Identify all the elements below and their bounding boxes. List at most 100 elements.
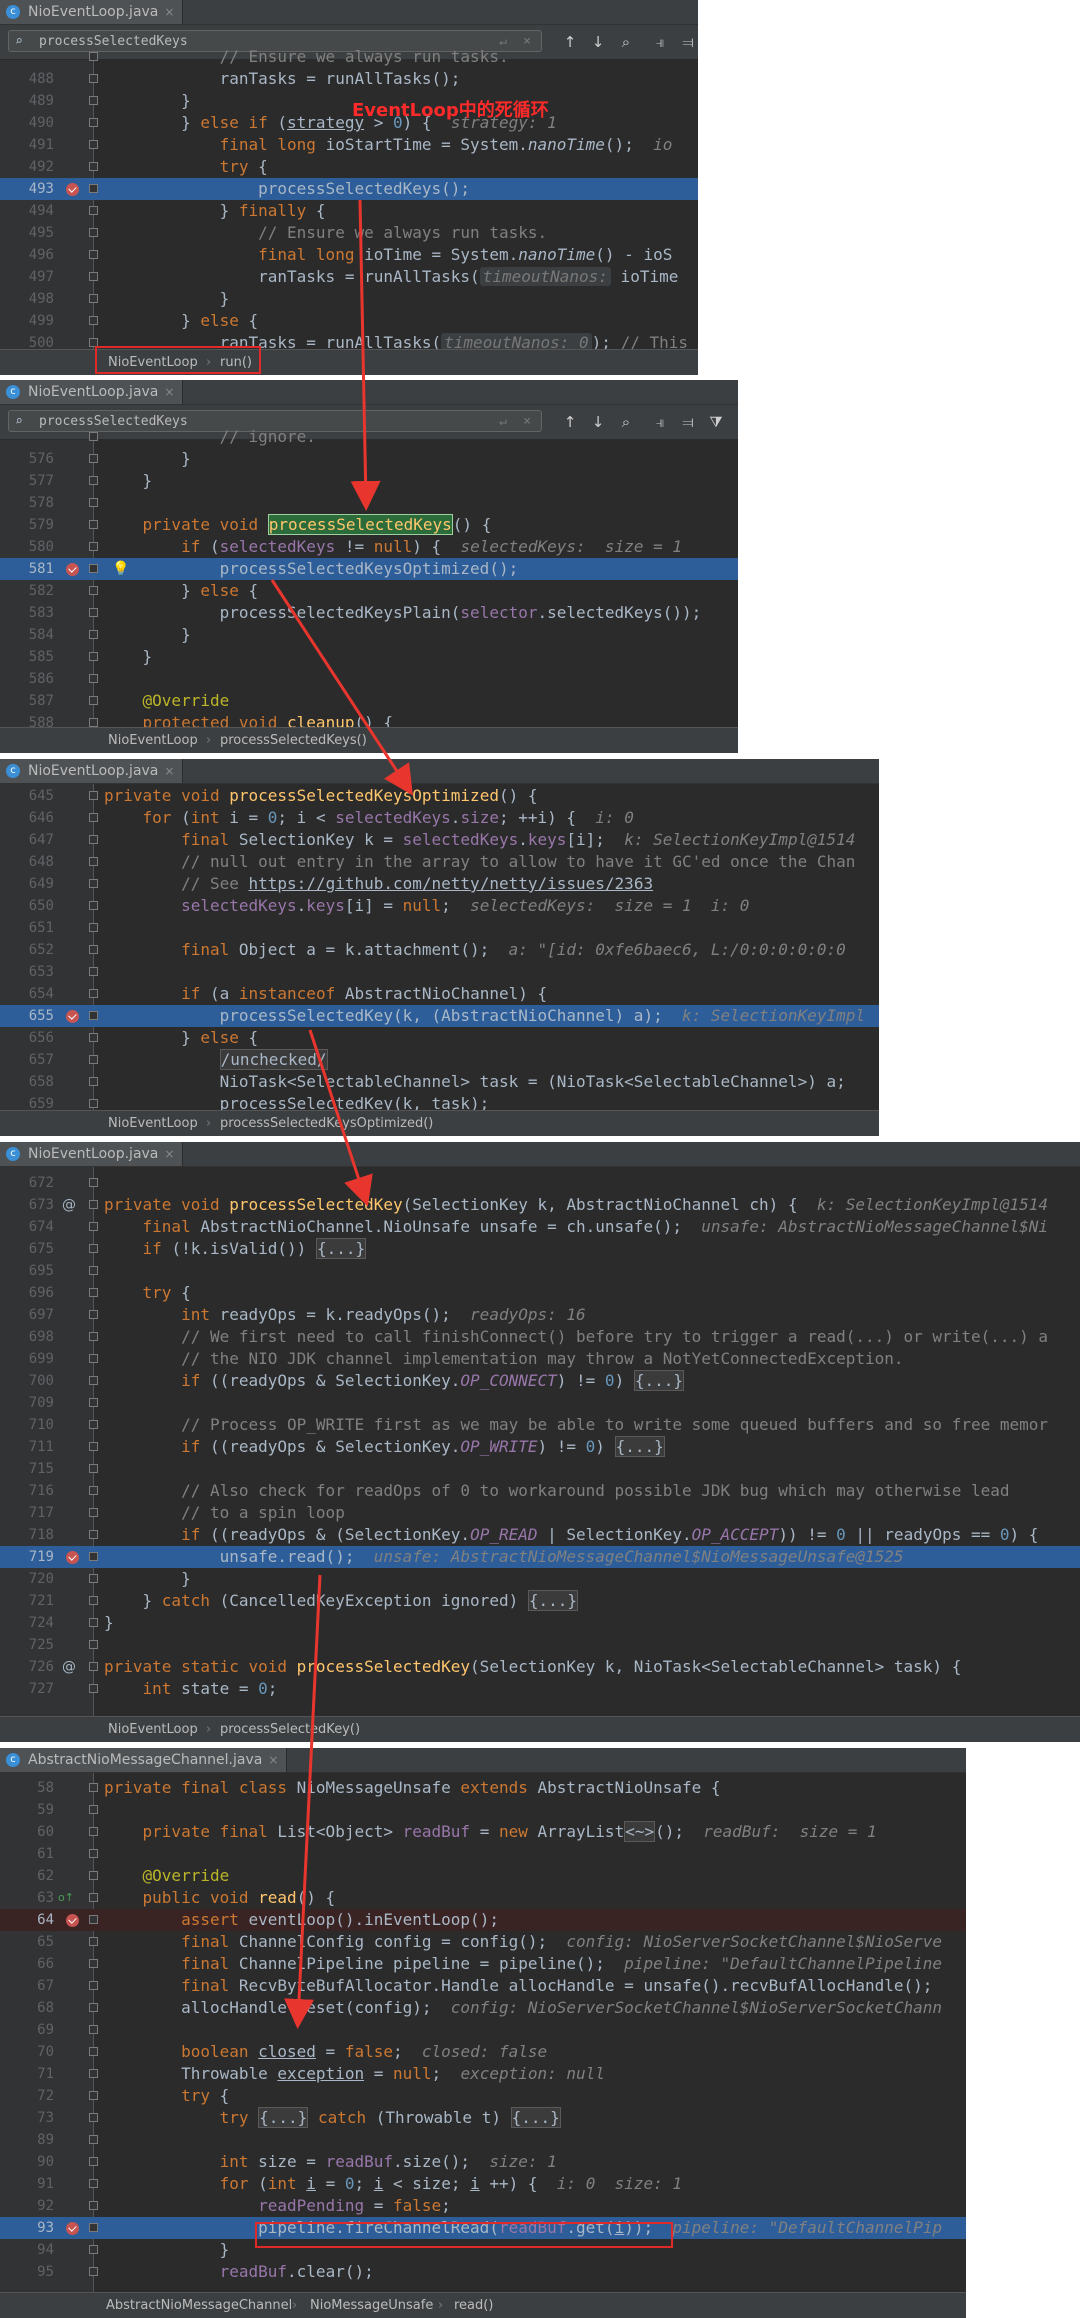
file-tab[interactable]: c NioEventLoop.java × xyxy=(0,0,184,24)
code-line[interactable]: 658 NioTask<SelectableChannel> task = (N… xyxy=(0,1071,879,1093)
fold-marker-icon[interactable] xyxy=(89,1871,98,1880)
breakpoint-icon[interactable] xyxy=(66,183,79,196)
code-line[interactable]: 497 ranTasks = runAllTasks(timeoutNanos:… xyxy=(0,266,698,288)
fold-marker-icon[interactable] xyxy=(89,1805,98,1814)
breakpoint-icon[interactable] xyxy=(66,1010,79,1023)
line-number[interactable]: 497 xyxy=(18,266,54,288)
fold-marker-icon[interactable] xyxy=(89,432,98,441)
fold-marker-icon[interactable] xyxy=(89,2223,98,2232)
fold-marker-icon[interactable] xyxy=(89,542,98,551)
code-line[interactable]: 655 processSelectedKey(k, (AbstractNioCh… xyxy=(0,1005,879,1027)
line-number[interactable]: 658 xyxy=(18,1071,54,1093)
override-marker-icon[interactable]: o↑ xyxy=(58,1887,74,1909)
code-line[interactable]: 697 int readyOps = k.readyOps(); readyOp… xyxy=(0,1304,1080,1326)
line-number[interactable]: 63 xyxy=(18,1887,54,1909)
fold-marker-icon[interactable] xyxy=(89,1178,98,1187)
line-number[interactable]: 89 xyxy=(18,2129,54,2151)
code-line[interactable]: 495 // Ensure we always run tasks. xyxy=(0,222,698,244)
code-line[interactable]: 719 unsafe.read(); unsafe: AbstractNioMe… xyxy=(0,1546,1080,1568)
fold-marker-icon[interactable] xyxy=(89,2201,98,2210)
close-tab-icon[interactable]: × xyxy=(164,1147,174,1161)
line-number[interactable]: 576 xyxy=(18,448,54,470)
code-line[interactable]: 61 xyxy=(0,1843,966,1865)
fold-marker-icon[interactable] xyxy=(89,1574,98,1583)
line-number[interactable]: 94 xyxy=(18,2239,54,2261)
breadcrumb-item[interactable]: NioEventLoop xyxy=(108,728,198,753)
code-line[interactable]: 584 } xyxy=(0,624,738,646)
fold-marker-icon[interactable] xyxy=(89,250,98,259)
fold-marker-icon[interactable] xyxy=(89,1783,98,1792)
breadcrumb-item[interactable]: NioEventLoop xyxy=(108,1111,198,1136)
code-line[interactable]: 498 } xyxy=(0,288,698,310)
fold-marker-icon[interactable] xyxy=(89,476,98,485)
line-number[interactable]: 90 xyxy=(18,2151,54,2173)
fold-marker-icon[interactable] xyxy=(89,1827,98,1836)
fold-marker-icon[interactable] xyxy=(89,1099,98,1108)
breadcrumb-item[interactable]: NioEventLoop xyxy=(108,1717,198,1742)
line-number[interactable]: 725 xyxy=(18,1634,54,1656)
fold-marker-icon[interactable] xyxy=(89,1508,98,1517)
code-line[interactable]: 711 if ((readyOps & SelectionKey.OP_WRIT… xyxy=(0,1436,1080,1458)
fold-marker-icon[interactable] xyxy=(89,206,98,215)
fold-marker-icon[interactable] xyxy=(89,696,98,705)
code-line[interactable]: 645 private void processSelectedKeysOptim… xyxy=(0,785,879,807)
line-number[interactable]: 646 xyxy=(18,807,54,829)
fold-marker-icon[interactable] xyxy=(89,2069,98,2078)
fold-marker-icon[interactable] xyxy=(89,1442,98,1451)
code-line[interactable]: 67 final RecvByteBufAllocator.Handle all… xyxy=(0,1975,966,1997)
line-number[interactable]: 488 xyxy=(18,68,54,90)
fold-marker-icon[interactable] xyxy=(89,1893,98,1902)
fold-marker-icon[interactable] xyxy=(89,52,98,61)
breadcrumb-item[interactable]: AbstractNioMessageChannel xyxy=(106,2293,292,2318)
code-line[interactable]: 649 // See https://github.com/netty/nett… xyxy=(0,873,879,895)
code-line[interactable]: 63 o↑ public void read() { xyxy=(0,1887,966,1909)
line-number[interactable]: 587 xyxy=(18,690,54,712)
fold-marker-icon[interactable] xyxy=(89,1398,98,1407)
code-line[interactable]: 70 boolean closed = false; closed: false xyxy=(0,2041,966,2063)
fold-marker-icon[interactable] xyxy=(89,1981,98,1990)
fold-marker-icon[interactable] xyxy=(89,923,98,932)
line-number[interactable]: 650 xyxy=(18,895,54,917)
annotation-marker-icon[interactable]: @ xyxy=(62,1656,76,1678)
line-number[interactable]: 657 xyxy=(18,1049,54,1071)
line-number[interactable]: 696 xyxy=(18,1282,54,1304)
line-number[interactable]: 700 xyxy=(18,1370,54,1392)
line-number[interactable]: 578 xyxy=(18,492,54,514)
fold-marker-icon[interactable] xyxy=(89,652,98,661)
line-number[interactable]: 64 xyxy=(18,1909,54,1931)
line-number[interactable]: 711 xyxy=(18,1436,54,1458)
fold-marker-icon[interactable] xyxy=(89,2003,98,2012)
fold-marker-icon[interactable] xyxy=(89,1011,98,1020)
line-number[interactable]: 672 xyxy=(18,1172,54,1194)
line-number[interactable]: 697 xyxy=(18,1304,54,1326)
line-number[interactable]: 58 xyxy=(18,1777,54,1799)
code-line[interactable]: 675 if (!k.isValid()) {...} xyxy=(0,1238,1080,1260)
fold-marker-icon[interactable] xyxy=(89,1959,98,1968)
code-line[interactable]: 71 Throwable exception = null; exception… xyxy=(0,2063,966,2085)
fold-marker-icon[interactable] xyxy=(89,316,98,325)
code-line[interactable]: 582 } else { xyxy=(0,580,738,602)
line-number[interactable]: 493 xyxy=(18,178,54,200)
fold-marker-icon[interactable] xyxy=(89,520,98,529)
code-line[interactable]: 695 xyxy=(0,1260,1080,1282)
code-line[interactable]: 578 xyxy=(0,492,738,514)
line-number[interactable]: 695 xyxy=(18,1260,54,1282)
fold-marker-icon[interactable] xyxy=(89,2047,98,2056)
line-number[interactable]: 715 xyxy=(18,1458,54,1480)
fold-marker-icon[interactable] xyxy=(89,454,98,463)
fold-marker-icon[interactable] xyxy=(89,2267,98,2276)
code-line[interactable]: 494 } finally { xyxy=(0,200,698,222)
fold-marker-icon[interactable] xyxy=(89,945,98,954)
fold-marker-icon[interactable] xyxy=(89,1464,98,1473)
fold-marker-icon[interactable] xyxy=(89,1640,98,1649)
breakpoint-icon[interactable] xyxy=(66,1551,79,1564)
code-line[interactable]: 493 processSelectedKeys(); xyxy=(0,178,698,200)
fold-marker-icon[interactable] xyxy=(89,1077,98,1086)
code-line[interactable]: 721 } catch (CancelledKeyException ignor… xyxy=(0,1590,1080,1612)
line-number[interactable]: 67 xyxy=(18,1975,54,1997)
code-line[interactable]: 491 final long ioStartTime = System.nano… xyxy=(0,134,698,156)
line-number[interactable]: 495 xyxy=(18,222,54,244)
code-line[interactable]: 652 final Object a = k.attachment(); a: … xyxy=(0,939,879,961)
code-line[interactable]: 62 @Override xyxy=(0,1865,966,1887)
line-number[interactable]: 709 xyxy=(18,1392,54,1414)
